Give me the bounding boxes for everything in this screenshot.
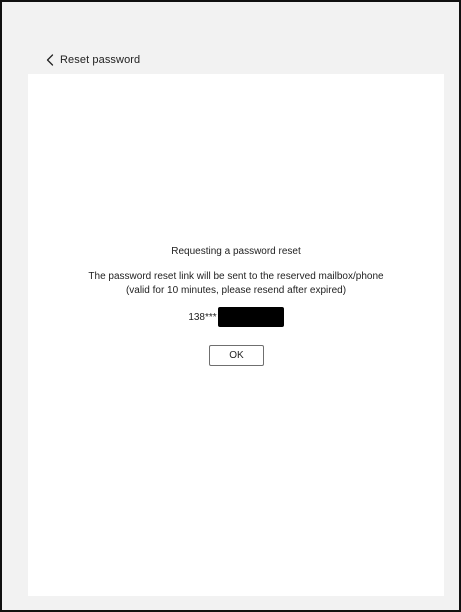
reserved-contact: 138*** <box>28 307 444 327</box>
redaction-block <box>217 307 284 327</box>
app-window: Reset password Requesting a password res… <box>0 0 461 612</box>
dialog-message-line-1: The password reset link will be sent to … <box>88 271 384 282</box>
page-title: Reset password <box>60 54 141 66</box>
chevron-left-icon[interactable] <box>44 53 56 67</box>
ok-button[interactable]: OK <box>209 345 264 366</box>
dialog-message-line-2: (valid for 10 minutes, please resend aft… <box>125 285 347 296</box>
back-navigation[interactable]: Reset password <box>44 50 140 70</box>
dialog-title: Requesting a password reset <box>171 246 301 257</box>
content-card: Requesting a password reset The password… <box>28 74 444 596</box>
contact-number-prefix: 138*** <box>188 311 217 323</box>
